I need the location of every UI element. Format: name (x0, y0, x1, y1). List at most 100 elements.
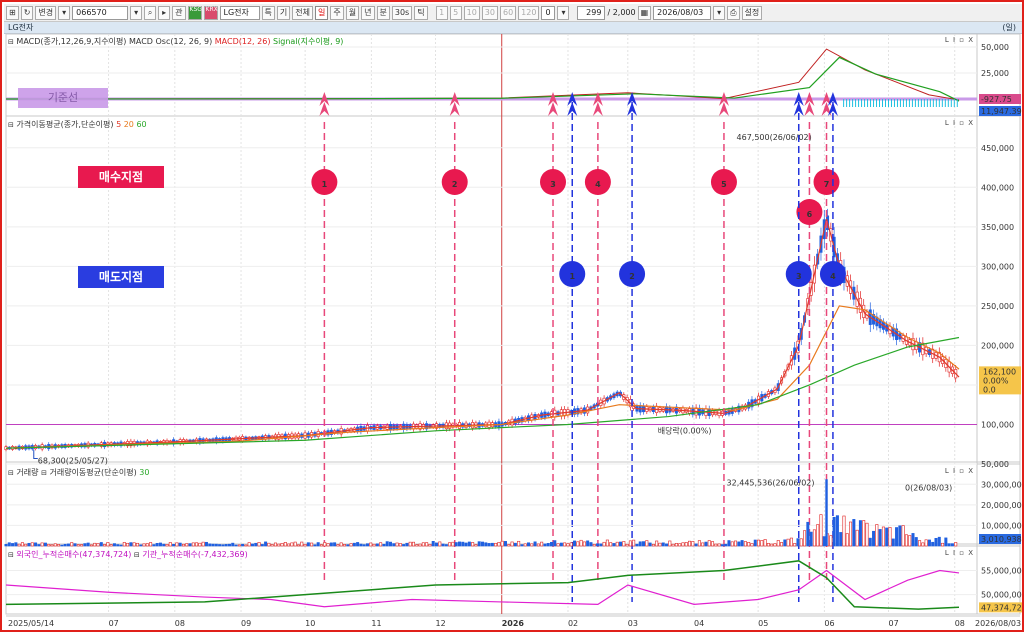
buy-zone-label: 매수지점 (78, 166, 164, 188)
volume-bar (293, 541, 297, 547)
expand-icon[interactable]: ⊟ (41, 469, 47, 477)
volume-bar (181, 543, 185, 547)
volume-bar (487, 543, 491, 547)
volume-bar (99, 542, 103, 547)
volume-bar (149, 542, 153, 547)
volume-bar (438, 541, 442, 547)
sell-arrow-icon (827, 92, 838, 116)
flow-window-buttons[interactable]: L I ▫ X (945, 549, 974, 557)
volume-bar (770, 543, 774, 547)
volume-bar (589, 542, 593, 547)
volume-bar (845, 533, 849, 547)
volume-bar (727, 540, 731, 547)
volume-bar (359, 543, 363, 547)
volume-bar (714, 543, 718, 547)
volume-bar (651, 544, 655, 547)
date-axis-label: 12 (435, 619, 445, 628)
volume-bar (862, 520, 866, 547)
volume-bar (204, 541, 208, 547)
volume-bar (11, 543, 15, 547)
volume-bar (428, 544, 432, 547)
volume-bar (139, 544, 143, 547)
volume-bar (773, 543, 777, 547)
volume-bar (93, 542, 97, 547)
volume-bar (579, 539, 583, 547)
volume-bar (369, 542, 373, 547)
sell-point-number: 4 (830, 272, 836, 281)
volume-bar (750, 543, 754, 547)
volume-bar (17, 543, 21, 547)
volume-bar (342, 544, 346, 547)
volume-bar (365, 543, 369, 547)
expand-icon[interactable]: ⊟ (134, 551, 140, 559)
date-axis-label: 09 (241, 619, 251, 628)
stock-chart[interactable]: 50,00025,0000-927.7511,947.39450,000400,… (2, 2, 1022, 630)
volume-bar (349, 543, 353, 547)
price-tick-label: 250,000 (981, 302, 1014, 311)
volume-bar (63, 543, 67, 547)
volume-bar (287, 543, 291, 547)
volume-bar (924, 539, 928, 547)
date-axis-label: 07 (109, 619, 119, 628)
volume-bar (885, 527, 889, 547)
volume-bar (799, 538, 803, 547)
volume-tick-label: 10,000,000 (981, 521, 1022, 530)
volume-bar (411, 541, 415, 547)
macd-panel-label: ⊟ MACD(종가,12,26,9,지수이평) MACD Osc(12, 26,… (8, 37, 344, 46)
volume-bar (622, 541, 626, 547)
expand-icon[interactable]: ⊟ (8, 469, 14, 477)
volume-bar (326, 543, 330, 547)
price-panel-label: ⊟ 가격이동평균(종가,단순이평) 5 20 60 (8, 120, 147, 129)
date-axis-label: 08 (955, 619, 965, 628)
volume-bar (155, 543, 159, 547)
expand-icon[interactable]: ⊟ (8, 551, 14, 559)
volume-bar (671, 543, 675, 547)
volume-bar (504, 541, 508, 547)
volume-window-buttons[interactable]: L I ▫ X (945, 467, 974, 475)
macd-current-label: -927.75 (981, 95, 1012, 104)
buy-point-number: 1 (322, 180, 328, 189)
volume-bar (224, 544, 228, 547)
volume-peak-label: 32,445,536(26/06/02) (727, 478, 815, 487)
volume-bar (605, 539, 609, 547)
baseline-label: 기준선 (18, 88, 108, 108)
dividend-label: 배당락(0.00%) (658, 425, 712, 435)
volume-bar (740, 540, 744, 547)
volume-bar (635, 543, 639, 547)
volume-bar (789, 537, 793, 547)
volume-bar (793, 543, 797, 547)
volume-bar (237, 544, 241, 547)
volume-bar (947, 543, 951, 547)
volume-bar (211, 543, 215, 547)
volume-bar (665, 543, 669, 547)
expand-icon[interactable]: ⊟ (8, 38, 14, 46)
buy-point-number: 3 (550, 180, 556, 189)
volume-bar (467, 541, 471, 547)
volume-bar (642, 541, 646, 547)
volume-bar (868, 537, 872, 547)
price-window-buttons[interactable]: L I ▫ X (945, 119, 974, 127)
macd-window-buttons[interactable]: L I ▫ X (945, 36, 974, 44)
date-axis-label: 2026 (502, 619, 525, 628)
expand-icon[interactable]: ⊟ (8, 121, 14, 129)
volume-bar (300, 541, 304, 547)
volume-bar (461, 541, 465, 547)
volume-bar (668, 540, 672, 547)
volume-bar (260, 544, 264, 547)
price-zero-label: 0.0 (983, 385, 996, 394)
price-tick-label: 200,000 (981, 341, 1014, 350)
volume-bar (441, 543, 445, 547)
volume-bar (73, 543, 77, 547)
signal-current-label: 11,947.39 (981, 107, 1022, 116)
flow-current-label: 47,374,724 (981, 603, 1022, 612)
volume-bar (388, 541, 392, 547)
volume-bar (569, 542, 573, 547)
volume-bar (247, 542, 251, 547)
volume-bar (415, 544, 419, 547)
volume-bar (402, 544, 406, 547)
price-current-label: 162,100 (983, 367, 1016, 376)
flow-tick-label: 50,000,000 (981, 591, 1022, 600)
price-tick-label: 450,000 (981, 144, 1014, 153)
volume-bar (250, 543, 254, 547)
volume-bar (474, 544, 478, 547)
